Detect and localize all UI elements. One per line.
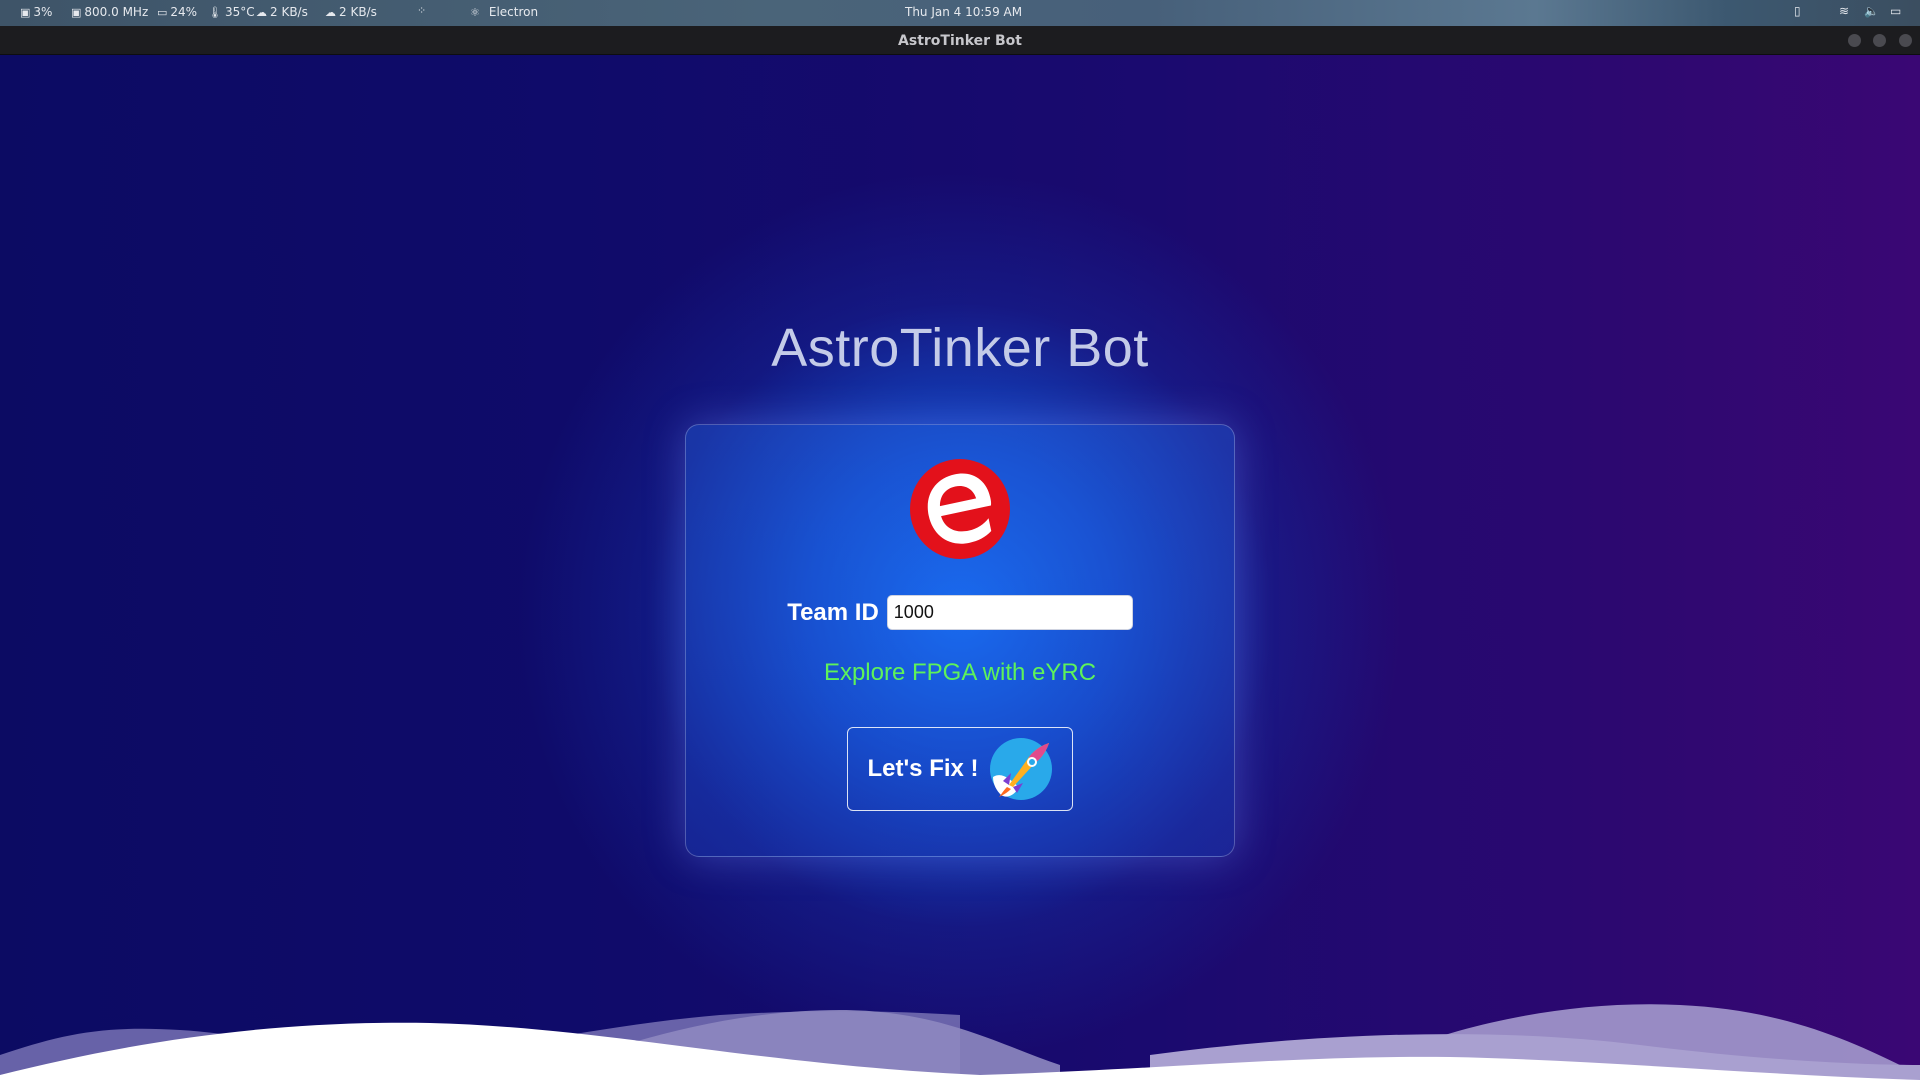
app-grid-icon: ⁘ — [417, 4, 427, 17]
wifi-icon[interactable]: ≋ — [1839, 4, 1849, 18]
active-app-indicator[interactable]: ⚛ Electron — [470, 5, 538, 19]
decorative-waves — [0, 1004, 1920, 1080]
window-title-bar[interactable]: AstroTinker Bot — [0, 26, 1920, 55]
app-grid-button[interactable]: ⁘ — [417, 5, 426, 16]
frequency-indicator[interactable]: ▣ 800.0 MHz — [71, 5, 148, 19]
network-down-indicator[interactable]: ☁ 2 KB/s — [256, 5, 308, 19]
tagline: Explore FPGA with eYRC — [823, 659, 1097, 686]
minimize-button[interactable] — [1848, 34, 1861, 47]
app-heading: AstroTinker Bot — [771, 318, 1149, 378]
network-down-value: 2 KB/s — [270, 5, 308, 19]
memory-value: 24% — [170, 5, 198, 19]
clock[interactable]: Thu Jan 4 10:59 AM — [905, 5, 1022, 19]
network-up-value: 2 KB/s — [339, 5, 377, 19]
temperature-indicator[interactable]: 🌡 35°C — [208, 5, 255, 19]
lets-fix-button[interactable]: Let's Fix ! — [847, 727, 1073, 811]
battery-icon[interactable]: ▭ — [1890, 4, 1901, 18]
memory-indicator[interactable]: ▭ 24% — [157, 5, 197, 19]
memory-icon: ▭ — [157, 5, 168, 19]
cpu-value: 3% — [33, 5, 53, 19]
maximize-button[interactable] — [1873, 34, 1886, 47]
cpu-icon: ▣ — [20, 5, 31, 19]
cloud-download-icon: ☁ — [256, 5, 267, 19]
lets-fix-label: Let's Fix ! — [867, 755, 979, 782]
cpu-indicator[interactable]: ▣ 3% — [20, 5, 52, 19]
thermometer-icon: 🌡 — [208, 5, 222, 19]
rocket-icon — [989, 738, 1052, 800]
team-id-row: Team ID — [686, 595, 1234, 630]
system-top-bar: ▣ 3% ▣ 800.0 MHz ▭ 24% 🌡 35°C ☁ 2 KB/s ☁… — [0, 0, 1920, 26]
frequency-value: 800.0 MHz — [84, 5, 149, 19]
clipboard-icon[interactable]: ▯ — [1794, 4, 1801, 18]
team-id-input[interactable] — [886, 595, 1133, 630]
team-id-label: Team ID — [787, 598, 879, 626]
login-card: Team ID Explore FPGA with eYRC Let's Fix… — [685, 424, 1235, 857]
eyrc-logo-icon — [910, 459, 1010, 559]
electron-icon: ⚛ — [470, 5, 480, 19]
temperature-value: 35°C — [224, 5, 255, 19]
network-up-indicator[interactable]: ☁ 2 KB/s — [325, 5, 377, 19]
cloud-upload-icon: ☁ — [325, 5, 336, 19]
close-button[interactable] — [1899, 34, 1912, 47]
app-content: AstroTinker Bot Team ID Explore FPGA wit… — [0, 55, 1920, 1080]
volume-icon[interactable]: 🔈 — [1864, 4, 1879, 18]
active-app-name: Electron — [488, 5, 539, 19]
chip-icon: ▣ — [71, 5, 82, 19]
window-title: AstroTinker Bot — [898, 33, 1022, 49]
